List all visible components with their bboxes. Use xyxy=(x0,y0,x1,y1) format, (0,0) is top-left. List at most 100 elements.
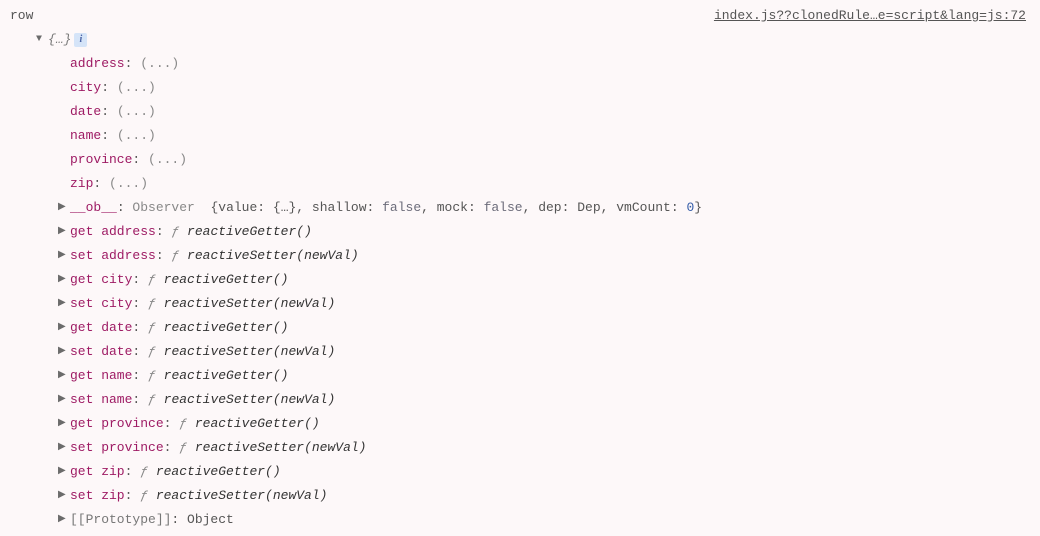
function-symbol: ƒ xyxy=(140,484,156,508)
object-preview-braces: {…} xyxy=(48,28,71,52)
function-name: reactiveSetter xyxy=(164,292,273,316)
function-args: () xyxy=(304,412,320,436)
expand-toggle-collapsed[interactable]: ▶ xyxy=(58,484,70,508)
accessor-kind: set date xyxy=(70,340,132,364)
expand-toggle-collapsed[interactable]: ▶ xyxy=(58,244,70,268)
property-row[interactable]: province: (...) xyxy=(10,148,1030,172)
function-name: reactiveGetter xyxy=(156,460,265,484)
function-symbol: ƒ xyxy=(148,316,164,340)
function-args: (newVal) xyxy=(273,340,335,364)
function-symbol: ƒ xyxy=(148,292,164,316)
expand-toggle-collapsed[interactable]: ▶ xyxy=(58,436,70,460)
function-name: reactiveGetter xyxy=(164,316,273,340)
set-accessor-row[interactable]: ▶set province: ƒ reactiveSetter(newVal) xyxy=(10,436,1030,460)
property-row[interactable]: name: (...) xyxy=(10,124,1030,148)
prototype-value: Object xyxy=(187,508,234,532)
accessor-kind: get zip xyxy=(70,460,125,484)
function-name: reactiveGetter xyxy=(187,220,296,244)
property-value[interactable]: (...) xyxy=(140,52,179,76)
expand-toggle-collapsed[interactable]: ▶ xyxy=(58,340,70,364)
accessor-kind: get name xyxy=(70,364,132,388)
function-symbol: ƒ xyxy=(171,220,187,244)
property-row[interactable]: address: (...) xyxy=(10,52,1030,76)
set-accessor-row[interactable]: ▶set name: ƒ reactiveSetter(newVal) xyxy=(10,388,1030,412)
accessor-kind: set zip xyxy=(70,484,125,508)
accessor-kind: get city xyxy=(70,268,132,292)
property-row[interactable]: date: (...) xyxy=(10,100,1030,124)
function-symbol: ƒ xyxy=(140,460,156,484)
property-name[interactable]: name xyxy=(70,124,101,148)
function-name: reactiveSetter xyxy=(187,244,296,268)
property-name[interactable]: city xyxy=(70,76,101,100)
accessor-kind: get province xyxy=(70,412,164,436)
property-row[interactable]: zip: (...) xyxy=(10,172,1030,196)
function-symbol: ƒ xyxy=(148,268,164,292)
property-value[interactable]: (...) xyxy=(109,172,148,196)
property-value[interactable]: (...) xyxy=(148,148,187,172)
expand-toggle-expanded[interactable]: ▼ xyxy=(36,28,48,52)
function-args: (newVal) xyxy=(265,484,327,508)
function-name: reactiveSetter xyxy=(164,388,273,412)
function-symbol: ƒ xyxy=(171,244,187,268)
ob-property-row[interactable]: ▶ __ob__: Observer {value: {…}, shallow:… xyxy=(10,196,1030,220)
function-args: () xyxy=(273,364,289,388)
function-name: reactiveGetter xyxy=(164,364,273,388)
ob-preview: {value: {…}, shallow: false, mock: false… xyxy=(210,196,702,220)
set-accessor-row[interactable]: ▶set date: ƒ reactiveSetter(newVal) xyxy=(10,340,1030,364)
function-name: reactiveSetter xyxy=(164,340,273,364)
function-args: () xyxy=(273,316,289,340)
function-args: (newVal) xyxy=(304,436,366,460)
accessor-kind: set name xyxy=(70,388,132,412)
expand-toggle-collapsed[interactable]: ▶ xyxy=(58,196,70,220)
get-accessor-row[interactable]: ▶get date: ƒ reactiveGetter() xyxy=(10,316,1030,340)
accessor-kind: get address xyxy=(70,220,156,244)
function-symbol: ƒ xyxy=(148,364,164,388)
log-label: row xyxy=(10,4,33,28)
console-log-header: row index.js??clonedRule…e=script&lang=j… xyxy=(10,4,1030,28)
expand-toggle-collapsed[interactable]: ▶ xyxy=(58,292,70,316)
info-badge[interactable]: i xyxy=(74,33,87,47)
expand-toggle-collapsed[interactable]: ▶ xyxy=(58,364,70,388)
ob-key: __ob__ xyxy=(70,196,117,220)
function-symbol: ƒ xyxy=(179,436,195,460)
expand-toggle-collapsed[interactable]: ▶ xyxy=(58,220,70,244)
accessor-kind: get date xyxy=(70,316,132,340)
prototype-row[interactable]: ▶ [[Prototype]]: Object xyxy=(10,508,1030,532)
get-accessor-row[interactable]: ▶get zip: ƒ reactiveGetter() xyxy=(10,460,1030,484)
expand-toggle-collapsed[interactable]: ▶ xyxy=(58,412,70,436)
expand-toggle-collapsed[interactable]: ▶ xyxy=(58,460,70,484)
property-name[interactable]: address xyxy=(70,52,125,76)
ob-type: Observer xyxy=(132,196,194,220)
function-symbol: ƒ xyxy=(179,412,195,436)
expand-toggle-collapsed[interactable]: ▶ xyxy=(58,388,70,412)
property-name[interactable]: zip xyxy=(70,172,93,196)
set-accessor-row[interactable]: ▶set zip: ƒ reactiveSetter(newVal) xyxy=(10,484,1030,508)
function-args: () xyxy=(265,460,281,484)
property-value[interactable]: (...) xyxy=(117,100,156,124)
expand-toggle-collapsed[interactable]: ▶ xyxy=(58,508,70,532)
set-accessor-row[interactable]: ▶set address: ƒ reactiveSetter(newVal) xyxy=(10,244,1030,268)
get-accessor-row[interactable]: ▶get address: ƒ reactiveGetter() xyxy=(10,220,1030,244)
accessor-kind: set address xyxy=(70,244,156,268)
property-name[interactable]: province xyxy=(70,148,132,172)
object-summary-row[interactable]: ▼ {…} i xyxy=(10,28,1030,52)
expand-toggle-collapsed[interactable]: ▶ xyxy=(58,316,70,340)
get-accessor-row[interactable]: ▶get city: ƒ reactiveGetter() xyxy=(10,268,1030,292)
property-name[interactable]: date xyxy=(70,100,101,124)
function-args: (newVal) xyxy=(296,244,358,268)
property-value[interactable]: (...) xyxy=(117,76,156,100)
property-row[interactable]: city: (...) xyxy=(10,76,1030,100)
source-link[interactable]: index.js??clonedRule…e=script&lang=js:72 xyxy=(714,4,1030,28)
function-name: reactiveGetter xyxy=(164,268,273,292)
property-value[interactable]: (...) xyxy=(117,124,156,148)
get-accessor-row[interactable]: ▶get province: ƒ reactiveGetter() xyxy=(10,412,1030,436)
set-accessor-row[interactable]: ▶set city: ƒ reactiveSetter(newVal) xyxy=(10,292,1030,316)
function-name: reactiveGetter xyxy=(195,412,304,436)
function-name: reactiveSetter xyxy=(156,484,265,508)
accessor-kind: set province xyxy=(70,436,164,460)
function-name: reactiveSetter xyxy=(195,436,304,460)
function-args: (newVal) xyxy=(273,388,335,412)
expand-toggle-collapsed[interactable]: ▶ xyxy=(58,268,70,292)
get-accessor-row[interactable]: ▶get name: ƒ reactiveGetter() xyxy=(10,364,1030,388)
function-args: (newVal) xyxy=(273,292,335,316)
